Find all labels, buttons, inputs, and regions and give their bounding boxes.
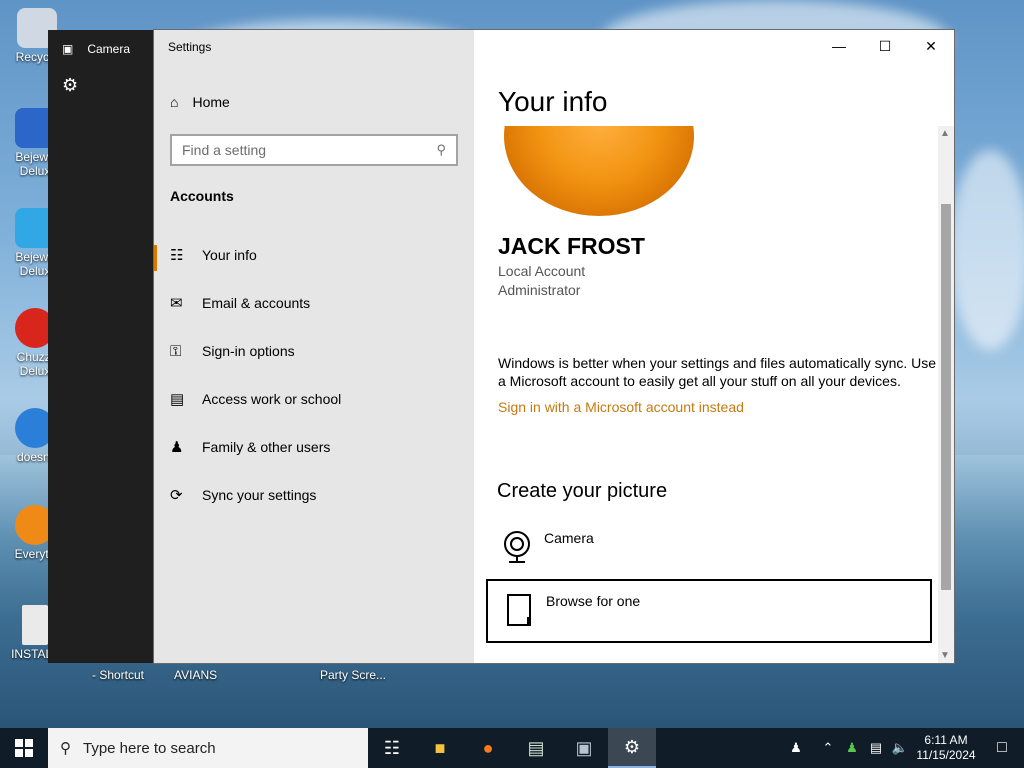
scroll-down-icon[interactable]: ▼: [940, 650, 950, 661]
taskbar-search-placeholder: Type here to search: [83, 739, 216, 757]
notepad-button[interactable]: ▤: [512, 728, 560, 768]
chevron-up-icon[interactable]: ⌃: [816, 740, 840, 756]
camera-option-label: Camera: [544, 530, 594, 546]
settings-nav-pane: Settings ⌂ Home ⚲ Accounts ☷ Your info ✉…: [154, 30, 474, 663]
user-name: JACK FROST: [498, 233, 645, 259]
search-icon: ⚲: [436, 142, 446, 157]
briefcase-icon: ▤: [170, 391, 185, 408]
camera-title: Camera: [87, 42, 131, 56]
camera-window: ▣ Camera ⚙: [48, 30, 154, 663]
close-button[interactable]: ✕: [908, 30, 954, 62]
firefox-button[interactable]: ●: [464, 728, 512, 768]
app-title: Settings: [168, 40, 212, 54]
camera-option[interactable]: Camera: [486, 518, 932, 582]
avatar: [504, 126, 694, 222]
find-setting-search[interactable]: ⚲: [170, 134, 458, 166]
nav-item-label: Your info: [202, 247, 257, 263]
document-icon: [22, 605, 48, 645]
search-icon: ⚲: [60, 740, 71, 757]
home-label: Home: [192, 94, 230, 110]
camera-app-button[interactable]: ▣: [560, 728, 608, 768]
taskbar-clock[interactable]: 6:11 AM 11/15/2024: [912, 733, 980, 763]
camera-titlebar: ▣ Camera: [62, 42, 130, 56]
camera-icon: ▣: [62, 42, 74, 56]
home-icon: ⌂: [170, 94, 179, 110]
file-explorer-button[interactable]: ■: [416, 728, 464, 768]
firefox-icon: ●: [482, 737, 494, 758]
person-add-icon: ♟: [170, 439, 184, 456]
task-view-icon: ☷: [383, 737, 401, 758]
clock-time: 6:11 AM: [924, 733, 968, 747]
find-setting-input[interactable]: [182, 142, 422, 158]
nav-item-label: Access work or school: [202, 391, 342, 407]
account-type: Local Account: [498, 263, 586, 279]
nav-item-label: Sign-in options: [202, 343, 295, 359]
page-title: Your info: [498, 86, 608, 117]
minimize-button[interactable]: —: [816, 30, 862, 62]
taskbar-search-box[interactable]: ⚲ Type here to search: [48, 728, 368, 768]
window-controls: — ☐ ✕: [816, 30, 954, 62]
document-app-icon: ▤: [527, 737, 545, 758]
gear-icon[interactable]: ⚙: [62, 75, 78, 96]
system-tray: ♟ ⌃ ♟ ▤ 🔈 6:11 AM 11/15/2024 □: [784, 728, 1024, 768]
key-icon: ⚿: [170, 342, 182, 360]
network-icon[interactable]: ▤: [864, 740, 888, 756]
notification-icon[interactable]: □: [980, 739, 1024, 757]
app-tray-icon[interactable]: ♟: [840, 740, 864, 756]
start-button[interactable]: [0, 728, 48, 768]
pumpkin-image: [504, 126, 694, 216]
nav-item-family-users[interactable]: ♟ Family & other users: [154, 427, 474, 467]
sync-description: Windows is better when your settings and…: [498, 355, 937, 389]
clock-date: 11/15/2024: [916, 748, 976, 762]
desktop-label-avians[interactable]: AVIANS: [174, 668, 217, 682]
desktop-label-shortcut[interactable]: - Shortcut: [92, 668, 144, 682]
create-picture-heading: Create your picture: [497, 480, 668, 502]
settings-content-pane: — ☐ ✕ Your info JACK FROST Local Account…: [474, 30, 954, 663]
account-role: Administrator: [498, 282, 581, 298]
webcam-icon: [504, 531, 530, 563]
nav-item-access-work[interactable]: ▤ Access work or school: [154, 379, 474, 419]
nav-item-label: Email & accounts: [202, 295, 311, 311]
desktop-label-party-screen[interactable]: Party Scre...: [320, 668, 386, 682]
volume-icon[interactable]: 🔈: [888, 740, 912, 756]
file-icon: [507, 594, 531, 626]
person-card-icon: ☷: [170, 247, 184, 264]
nav-item-label: Family & other users: [202, 439, 331, 455]
sync-icon: ⟳: [170, 487, 183, 504]
section-title: Accounts: [170, 188, 234, 204]
browse-option-label: Browse for one: [546, 593, 641, 609]
settings-app-button[interactable]: ⚙: [608, 728, 656, 768]
scroll-up-icon[interactable]: ▲: [940, 128, 950, 139]
mail-icon: ✉: [170, 295, 183, 312]
task-view-button[interactable]: ☷: [368, 728, 416, 768]
browse-option[interactable]: Browse for one: [486, 579, 932, 643]
content-scrollbar[interactable]: ▲ ▼: [938, 126, 954, 663]
settings-window: Settings ⌂ Home ⚲ Accounts ☷ Your info ✉…: [154, 30, 954, 663]
windows-logo-icon: [15, 739, 33, 757]
folder-icon: ■: [434, 737, 446, 758]
gear-icon: ⚙: [623, 736, 641, 757]
nav-item-email-accounts[interactable]: ✉ Email & accounts: [154, 283, 474, 323]
nav-item-your-info[interactable]: ☷ Your info: [154, 235, 474, 275]
microsoft-signin-link[interactable]: Sign in with a Microsoft account instead: [498, 399, 744, 415]
taskbar: ⚲ Type here to search ☷ ■ ● ▤ ▣ ⚙ ♟ ⌃ ♟ …: [0, 728, 1024, 768]
nav-item-sign-in-options[interactable]: ⚿ Sign-in options: [154, 331, 474, 371]
maximize-button[interactable]: ☐: [862, 30, 908, 62]
people-icon[interactable]: ♟: [784, 740, 808, 756]
nav-item-sync-settings[interactable]: ⟳ Sync your settings: [154, 475, 474, 515]
home-nav-link[interactable]: ⌂ Home: [170, 94, 230, 110]
scrollbar-thumb[interactable]: [941, 204, 951, 590]
nav-item-label: Sync your settings: [202, 487, 317, 503]
camera-icon: ▣: [575, 737, 593, 758]
